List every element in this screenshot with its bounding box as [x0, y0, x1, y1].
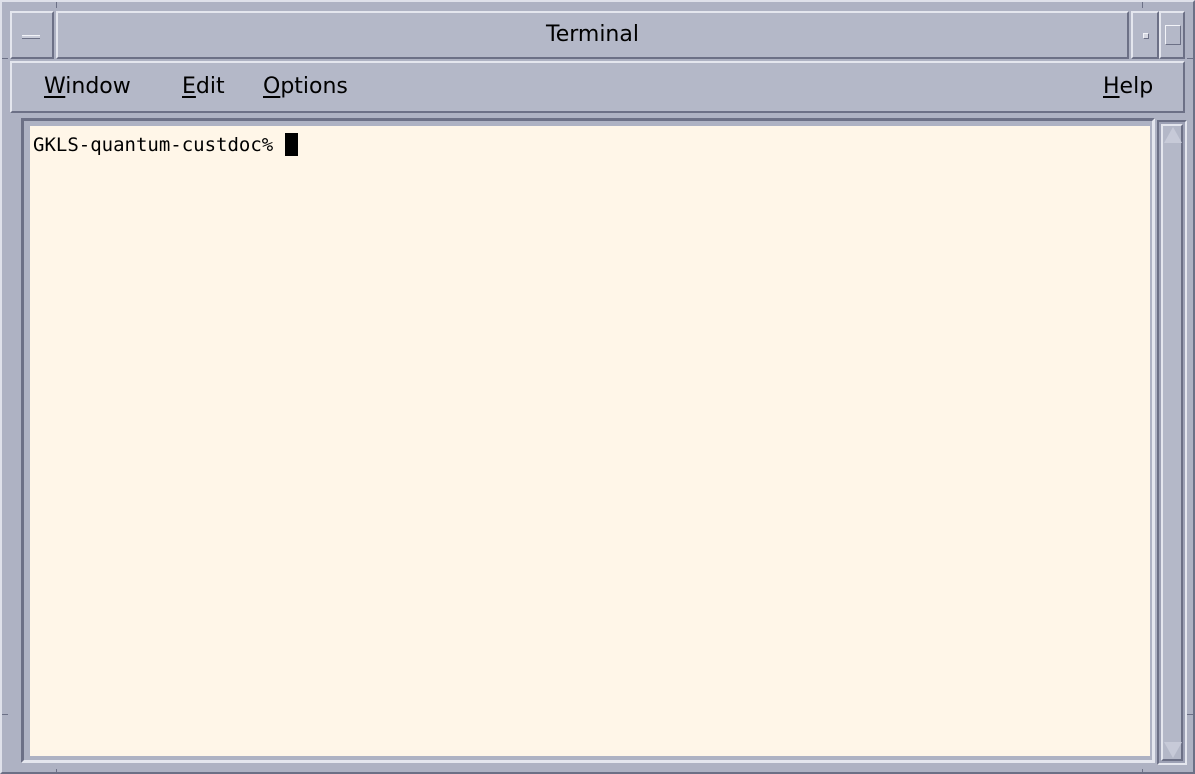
scroll-up-arrow-icon [1164, 127, 1182, 143]
terminal-text-area[interactable]: GKLS-quantum-custdoc% [30, 126, 1150, 756]
menu-bar: Window Edit Options Help [10, 61, 1185, 113]
title-bar[interactable]: Terminal [10, 11, 1185, 59]
window-menu-icon [22, 35, 40, 39]
menu-window-mnemonic: W [44, 74, 66, 99]
window-menu-button[interactable] [10, 11, 54, 59]
window-title[interactable]: Terminal [56, 11, 1129, 59]
scroll-down-arrow-icon [1164, 742, 1182, 758]
menu-window-label: indow [65, 74, 131, 99]
scrollbar-thumb[interactable] [1161, 124, 1183, 761]
text-cursor [284, 133, 298, 156]
menu-edit-mnemonic: E [182, 74, 196, 99]
maximize-button[interactable] [1159, 11, 1185, 59]
terminal-prompt: GKLS-quantum-custdoc% [33, 134, 285, 156]
vertical-scrollbar[interactable] [1157, 120, 1187, 765]
menu-window[interactable]: Window [44, 73, 131, 101]
menu-help-mnemonic: H [1103, 74, 1120, 99]
frame-corner-tick [2, 58, 8, 59]
menu-options-mnemonic: O [263, 74, 281, 99]
minimize-button[interactable] [1131, 11, 1159, 59]
menu-help-label: elp [1119, 74, 1154, 99]
menu-options-label: ptions [280, 74, 348, 99]
menu-options[interactable]: Options [263, 73, 348, 101]
menu-help[interactable]: Help [1103, 73, 1153, 101]
menu-edit-label: dit [195, 74, 225, 99]
maximize-icon [1165, 25, 1181, 45]
frame-corner-tick [56, 2, 57, 8]
frame-corner-tick [2, 714, 8, 715]
terminal-prompt-line: GKLS-quantum-custdoc% [33, 133, 298, 157]
frame-corner-tick [56, 769, 57, 774]
minimize-icon [1143, 33, 1149, 39]
frame-corner-tick [1187, 714, 1193, 715]
frame-corner-tick [1187, 58, 1193, 59]
menu-edit[interactable]: Edit [182, 73, 225, 101]
frame-corner-tick [1142, 2, 1143, 8]
frame-corner-tick [1142, 769, 1143, 774]
